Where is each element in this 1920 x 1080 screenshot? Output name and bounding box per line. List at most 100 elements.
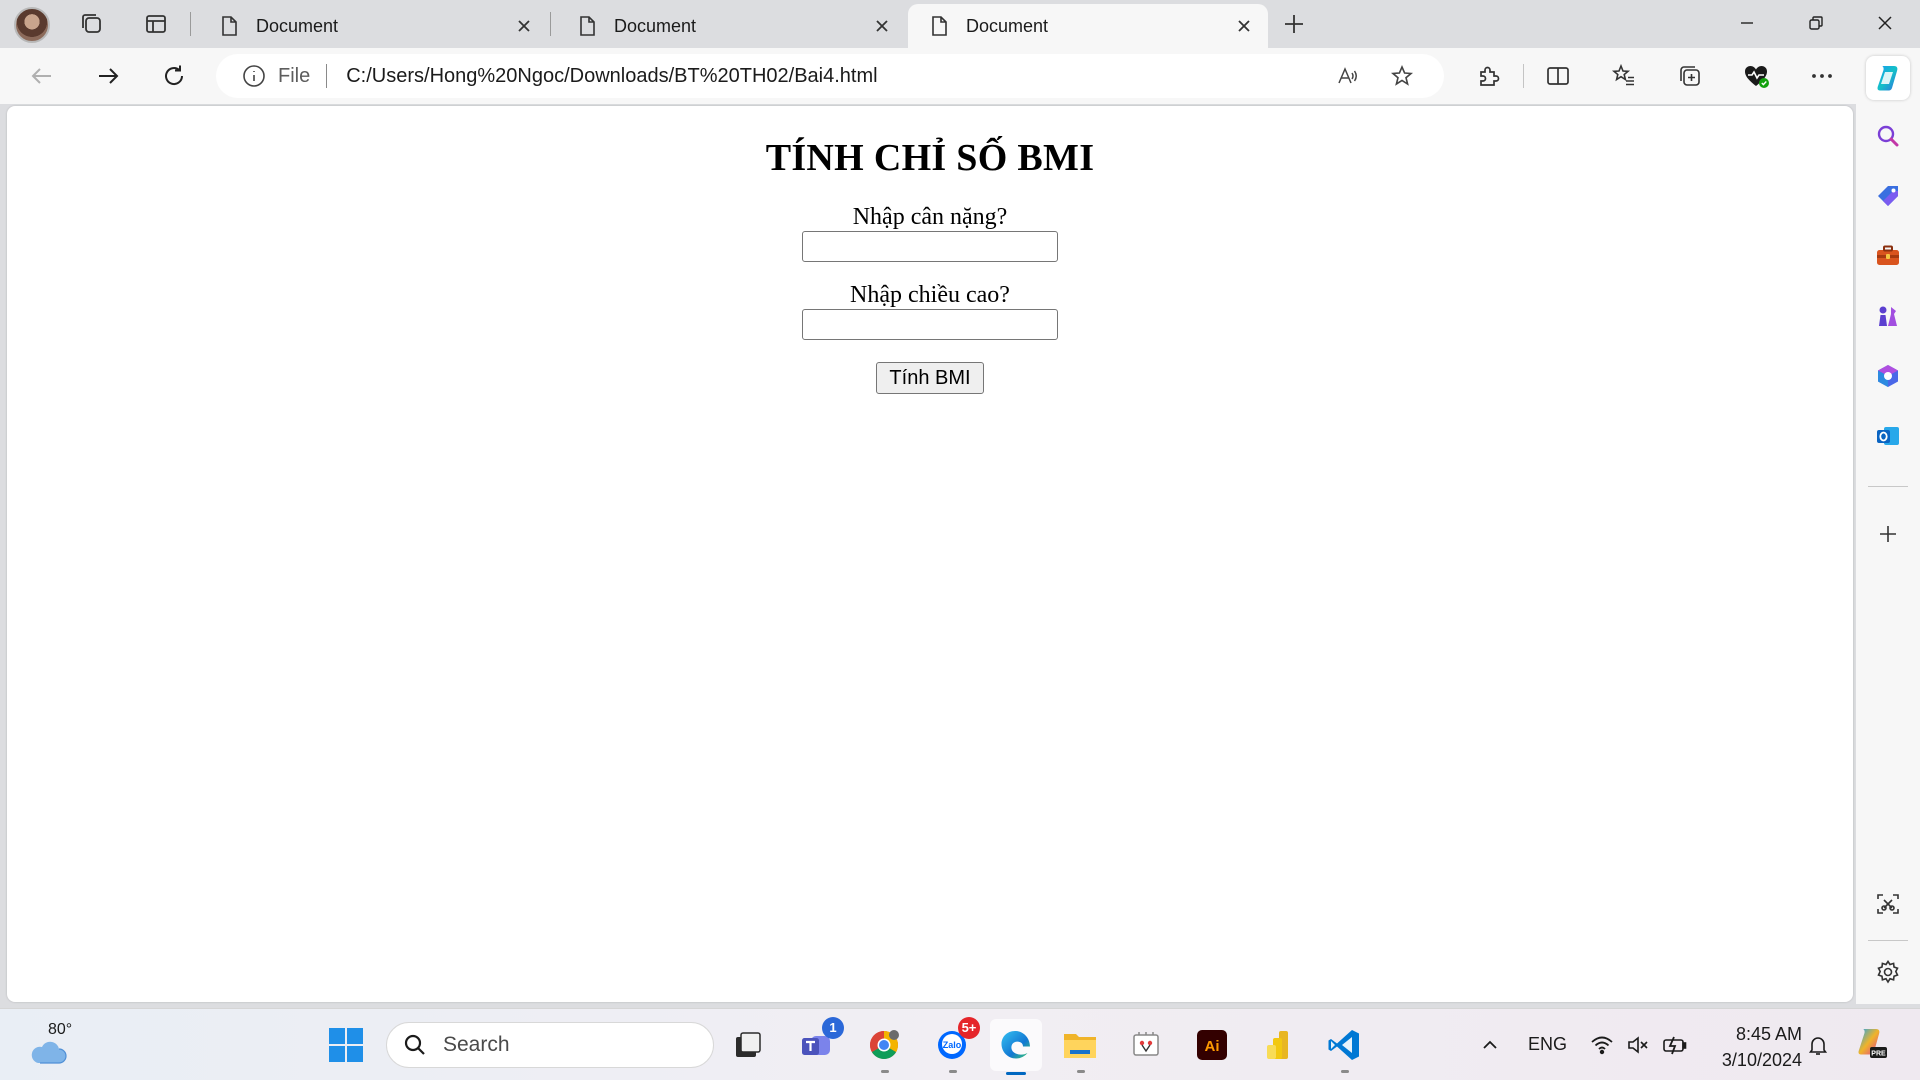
file-explorer-app[interactable] [1058, 1023, 1102, 1073]
favorites-icon[interactable] [1610, 62, 1638, 90]
calculate-bmi-button[interactable]: Tính BMI [876, 362, 984, 394]
tab-document-2[interactable]: Document [556, 4, 906, 48]
copilot-icon[interactable] [1866, 56, 1910, 100]
page-viewport: TÍNH CHỈ SỐ BMI Nhập cân nặng? Nhập chiề… [7, 106, 1853, 1002]
running-indicator [949, 1070, 957, 1073]
notification-bell-icon[interactable] [1806, 1033, 1830, 1057]
windows-taskbar: 80° Search 1 Zalo 5+ Ai ENG 8:45 AM 3/10… [0, 1008, 1920, 1080]
read-aloud-icon[interactable] [1336, 64, 1360, 88]
sidebar-settings-gear-icon[interactable] [1870, 954, 1906, 990]
teams-app[interactable]: 1 [794, 1017, 844, 1067]
forward-arrow-icon [99, 68, 119, 84]
url-text[interactable]: C:/Users/Hong%20Ngoc/Downloads/BT%20TH02… [346, 65, 877, 88]
document-icon [932, 16, 947, 36]
svg-text:PRE: PRE [1871, 1051, 1886, 1058]
close-tab-icon[interactable] [872, 16, 892, 36]
sidebar-separator [1868, 940, 1908, 941]
tab-separator [550, 12, 551, 36]
running-indicator [1341, 1070, 1349, 1073]
running-indicator [1077, 1070, 1085, 1073]
microsoft-365-icon[interactable] [1870, 358, 1906, 394]
zalo-notification-badge: 5+ [958, 1017, 980, 1039]
show-hidden-icons-chevron-up-icon[interactable] [1478, 1033, 1502, 1057]
volume-muted-icon[interactable] [1626, 1033, 1650, 1057]
profile-avatar[interactable] [14, 7, 50, 43]
restore-button[interactable] [1785, 0, 1847, 46]
tab-actions-icon[interactable] [138, 6, 174, 42]
copilot-preview-icon[interactable]: PRE [1852, 1025, 1888, 1061]
address-separator [326, 64, 328, 88]
taskbar-search-box[interactable]: Search [386, 1022, 714, 1068]
tab-document-3-active[interactable]: Document [908, 4, 1268, 48]
tab-document-1[interactable]: Document [198, 4, 548, 48]
favorite-star-icon[interactable] [1390, 64, 1414, 88]
browser-essentials-icon[interactable] [1742, 62, 1770, 90]
new-tab-button[interactable] [1276, 6, 1312, 42]
bmi-page: TÍNH CHỈ SỐ BMI Nhập cân nặng? Nhập chiề… [7, 136, 1853, 394]
start-button[interactable] [328, 1027, 364, 1063]
weather-widget[interactable]: 80° [24, 1021, 94, 1071]
search-placeholder: Search [443, 1033, 510, 1056]
close-window-button[interactable] [1854, 0, 1916, 46]
outlook-icon[interactable] [1870, 418, 1906, 454]
clock-date: 3/10/2024 [1721, 1050, 1802, 1070]
forward-button[interactable] [90, 58, 126, 94]
clock[interactable]: 8:45 AM 3/10/2024 [1702, 1021, 1802, 1073]
task-view-app[interactable] [726, 1023, 770, 1067]
power-bi-app[interactable] [1256, 1023, 1300, 1067]
folder-icon [1064, 1034, 1096, 1058]
svg-text:Ai: Ai [1205, 1038, 1220, 1055]
back-button[interactable] [24, 58, 60, 94]
info-icon[interactable] [242, 64, 266, 88]
search-icon[interactable] [1870, 118, 1906, 154]
screenshot-icon[interactable] [1870, 886, 1906, 922]
edge-app[interactable] [990, 1019, 1042, 1075]
vscode-icon [1328, 1030, 1359, 1060]
plus-icon [1285, 15, 1303, 33]
toolbar-separator [1523, 64, 1524, 88]
snipping-tool-app[interactable] [1124, 1023, 1168, 1067]
svg-text:Zalo: Zalo [943, 1040, 962, 1050]
games-chess-icon[interactable] [1870, 298, 1906, 334]
add-sidebar-app-button[interactable] [1870, 516, 1906, 552]
browser-toolbar: File C:/Users/Hong%20Ngoc/Downloads/BT%2… [0, 48, 1920, 104]
close-tab-icon[interactable] [1234, 16, 1254, 36]
windows-logo-icon [329, 1028, 363, 1062]
close-tab-icon[interactable] [514, 16, 534, 36]
split-screen-icon[interactable] [1544, 62, 1572, 90]
tab-title: Document [256, 15, 339, 36]
battery-charging-icon[interactable] [1662, 1033, 1687, 1057]
workspaces-icon[interactable] [74, 6, 110, 42]
clock-time: 8:45 AM [1735, 1024, 1802, 1044]
address-bar[interactable]: File C:/Users/Hong%20Ngoc/Downloads/BT%2… [216, 54, 1444, 98]
extensions-icon[interactable] [1474, 62, 1502, 90]
minimize-button[interactable] [1716, 0, 1778, 46]
tab-title: Document [614, 15, 697, 36]
vscode-app[interactable] [1322, 1023, 1366, 1073]
tab-separator [190, 12, 191, 36]
input-language[interactable]: ENG [1528, 1034, 1567, 1055]
active-app-indicator [1006, 1072, 1026, 1075]
collections-icon[interactable] [1676, 62, 1704, 90]
running-indicator [881, 1070, 889, 1073]
cloud-weather-icon [31, 1041, 67, 1064]
document-icon [222, 16, 237, 36]
back-arrow-icon [31, 68, 51, 84]
teams-notification-badge: 1 [822, 1017, 844, 1039]
task-view-icon [736, 1032, 761, 1057]
wifi-icon[interactable] [1590, 1033, 1614, 1057]
tools-briefcase-icon[interactable] [1870, 238, 1906, 274]
refresh-button[interactable] [156, 58, 192, 94]
chrome-app[interactable] [862, 1023, 906, 1073]
settings-more-icon[interactable] [1808, 62, 1836, 90]
edge-sidebar [1856, 48, 1920, 1004]
chrome-icon [870, 1030, 899, 1059]
illustrator-app[interactable]: Ai [1190, 1023, 1234, 1067]
weight-input[interactable] [802, 231, 1058, 262]
refresh-icon [165, 65, 184, 85]
shopping-tag-icon[interactable] [1870, 178, 1906, 214]
plus-icon [1880, 526, 1896, 542]
snipping-tool-icon [1133, 1032, 1159, 1056]
zalo-app[interactable]: Zalo 5+ [930, 1017, 980, 1073]
height-input[interactable] [802, 309, 1058, 340]
